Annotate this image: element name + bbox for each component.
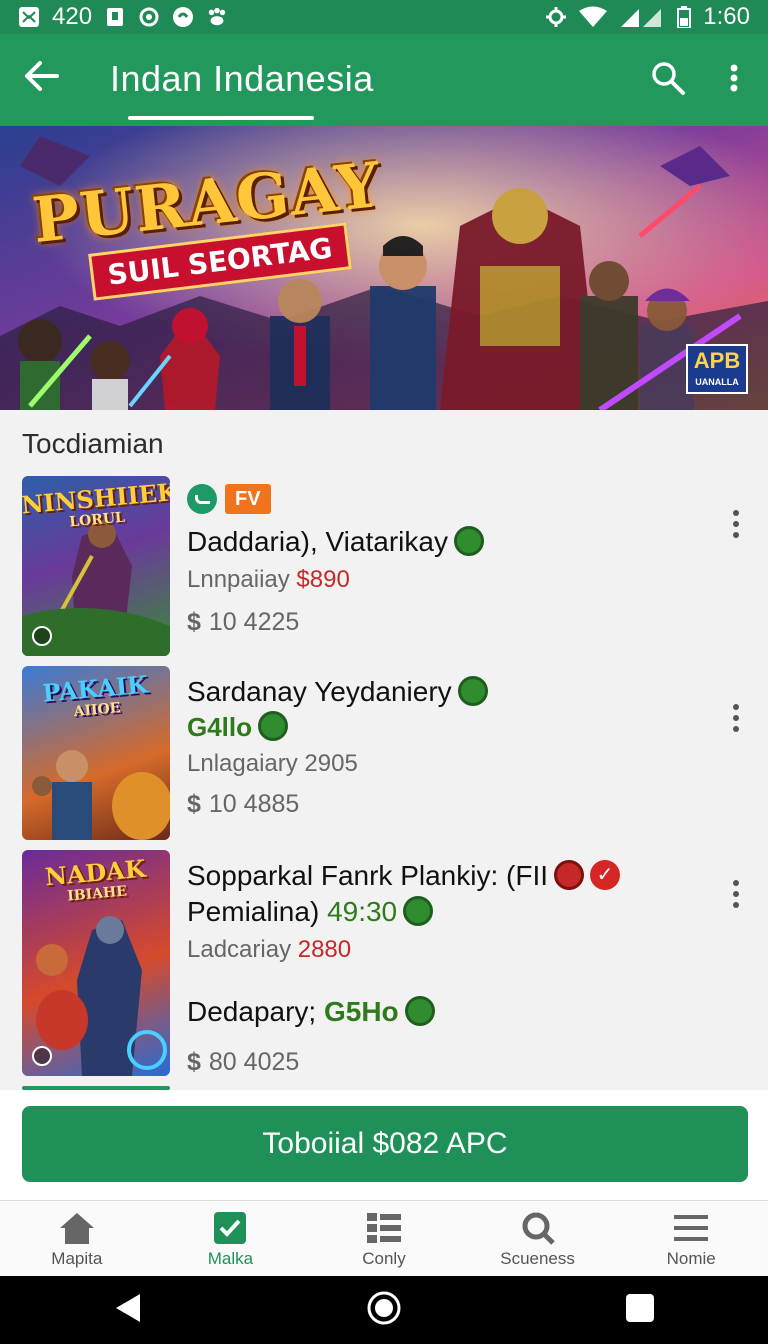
coin-icon (403, 895, 434, 926)
battery-icon (677, 6, 692, 28)
dollar-icon: $ (187, 790, 201, 818)
system-recents-button[interactable] (618, 1288, 662, 1332)
notification-icon (18, 6, 40, 28)
paw-icon (206, 6, 228, 28)
nav-item-malka[interactable]: Malka (154, 1201, 308, 1276)
status-time: 1:60 (703, 3, 750, 30)
sync-icon (138, 6, 160, 28)
menu-icon (672, 1211, 710, 1245)
item-thumbnail: PAKAIK AIIOE (22, 666, 170, 840)
item-green-value: G4llo (187, 711, 289, 744)
bottom-nav: Mapita Malka Conly Scueness Nomie (0, 1200, 768, 1276)
system-back-button[interactable] (106, 1288, 150, 1332)
nav-label: Scueness (500, 1249, 575, 1268)
app-bar: Indan Indanesia (0, 34, 768, 126)
item-title-line2: Pemialina) 49:30 (187, 895, 434, 929)
item-price: $80 4025 (187, 1048, 300, 1076)
item-price: $10 4225 (187, 608, 300, 636)
list-item[interactable]: NINSHIIEK LORUL FV Daddaria), Viatarikay … (0, 476, 768, 658)
system-nav-bar (0, 1276, 768, 1344)
nav-item-home[interactable]: Mapita (0, 1201, 154, 1276)
circle-home-icon (366, 1290, 402, 1331)
arrow-left-icon (24, 60, 60, 97)
banner-badge: APB UANALLA (686, 344, 748, 394)
title-underline (128, 116, 314, 120)
reader-icon (104, 6, 126, 28)
play-badge-icon (32, 626, 52, 646)
item-subtitle: Ladcariay 2880 (187, 936, 352, 963)
list-item[interactable]: NADAK IBIAHE Sopparkal Fanrk Plankiy: (FI… (0, 850, 768, 1078)
list-item[interactable]: PAKAIK AIIOE Sardanay Yeydaniery G4llo Ln… (0, 666, 768, 842)
hero-banner[interactable]: PURAGAY SUIL SEORTAG (0, 126, 768, 410)
settings-icon (545, 6, 567, 28)
check-badge-icon: ✓ (590, 859, 621, 890)
search-button[interactable] (646, 58, 690, 102)
search-icon (519, 1211, 557, 1245)
banner-badge-title: APB (693, 348, 741, 373)
item-title: Sopparkal Fanrk Plankiy: (FII ✓ (187, 859, 621, 893)
checkout-button[interactable]: Toboiial $082 APC (22, 1106, 748, 1182)
item-subtitle: Lnnpaiiay $890 (187, 566, 350, 593)
coin-red-icon (554, 859, 585, 890)
page-title: Indan Indanesia (110, 58, 374, 99)
coin-icon (258, 711, 289, 742)
verified-icon (187, 484, 217, 514)
nav-label: Mapita (51, 1249, 103, 1268)
system-home-button[interactable] (362, 1288, 406, 1332)
fv-badge: FV (225, 484, 271, 514)
nav-label: Conly (362, 1249, 406, 1268)
nav-item-scueness[interactable]: Scueness (461, 1201, 615, 1276)
item-more-button[interactable] (726, 510, 746, 538)
nav-item-conly[interactable]: Conly (307, 1201, 461, 1276)
section-title: Tocdiamian (22, 428, 164, 459)
nav-item-nomie[interactable]: Nomie (614, 1201, 768, 1276)
item-subtitle: Lnlagaiary 2905 (187, 750, 358, 777)
nav-label: Malka (207, 1249, 254, 1268)
item-thumbnail: NINSHIIEK LORUL (22, 476, 170, 656)
coin-icon (453, 525, 484, 556)
chat-icon (172, 6, 194, 28)
item-more-button[interactable] (726, 880, 746, 908)
dollar-icon: $ (187, 1048, 201, 1076)
list-icon (365, 1211, 403, 1245)
item-title: Daddaria), Viatarikay (187, 525, 484, 559)
more-options-button[interactable] (716, 58, 752, 102)
triangle-back-icon (114, 1292, 142, 1329)
coin-icon (404, 995, 435, 1026)
item-thumbnail: NADAK IBIAHE (22, 850, 170, 1076)
item-title: Sardanay Yeydaniery (187, 675, 488, 709)
status-left-text: 420 (52, 3, 93, 30)
square-recents-icon (625, 1293, 655, 1328)
coin-icon (457, 675, 488, 706)
more-vert-icon (730, 64, 738, 97)
tag-row: FV (187, 484, 271, 514)
item-extra: Dedapary; G5Ho (187, 995, 435, 1029)
status-bar: 420 1:60 (0, 0, 768, 34)
signal-icon (619, 6, 665, 28)
back-button[interactable] (20, 56, 64, 100)
item-price: $10 4885 (187, 790, 300, 818)
item-more-button[interactable] (726, 704, 746, 732)
banner-badge-sub: UANALLA (695, 377, 739, 387)
dollar-icon: $ (187, 608, 201, 636)
nav-label: Nomie (666, 1249, 716, 1268)
home-icon (58, 1211, 96, 1245)
wifi-icon (579, 6, 608, 28)
check-box-icon (211, 1211, 249, 1245)
play-badge-icon (32, 1046, 52, 1066)
search-icon (650, 60, 686, 101)
